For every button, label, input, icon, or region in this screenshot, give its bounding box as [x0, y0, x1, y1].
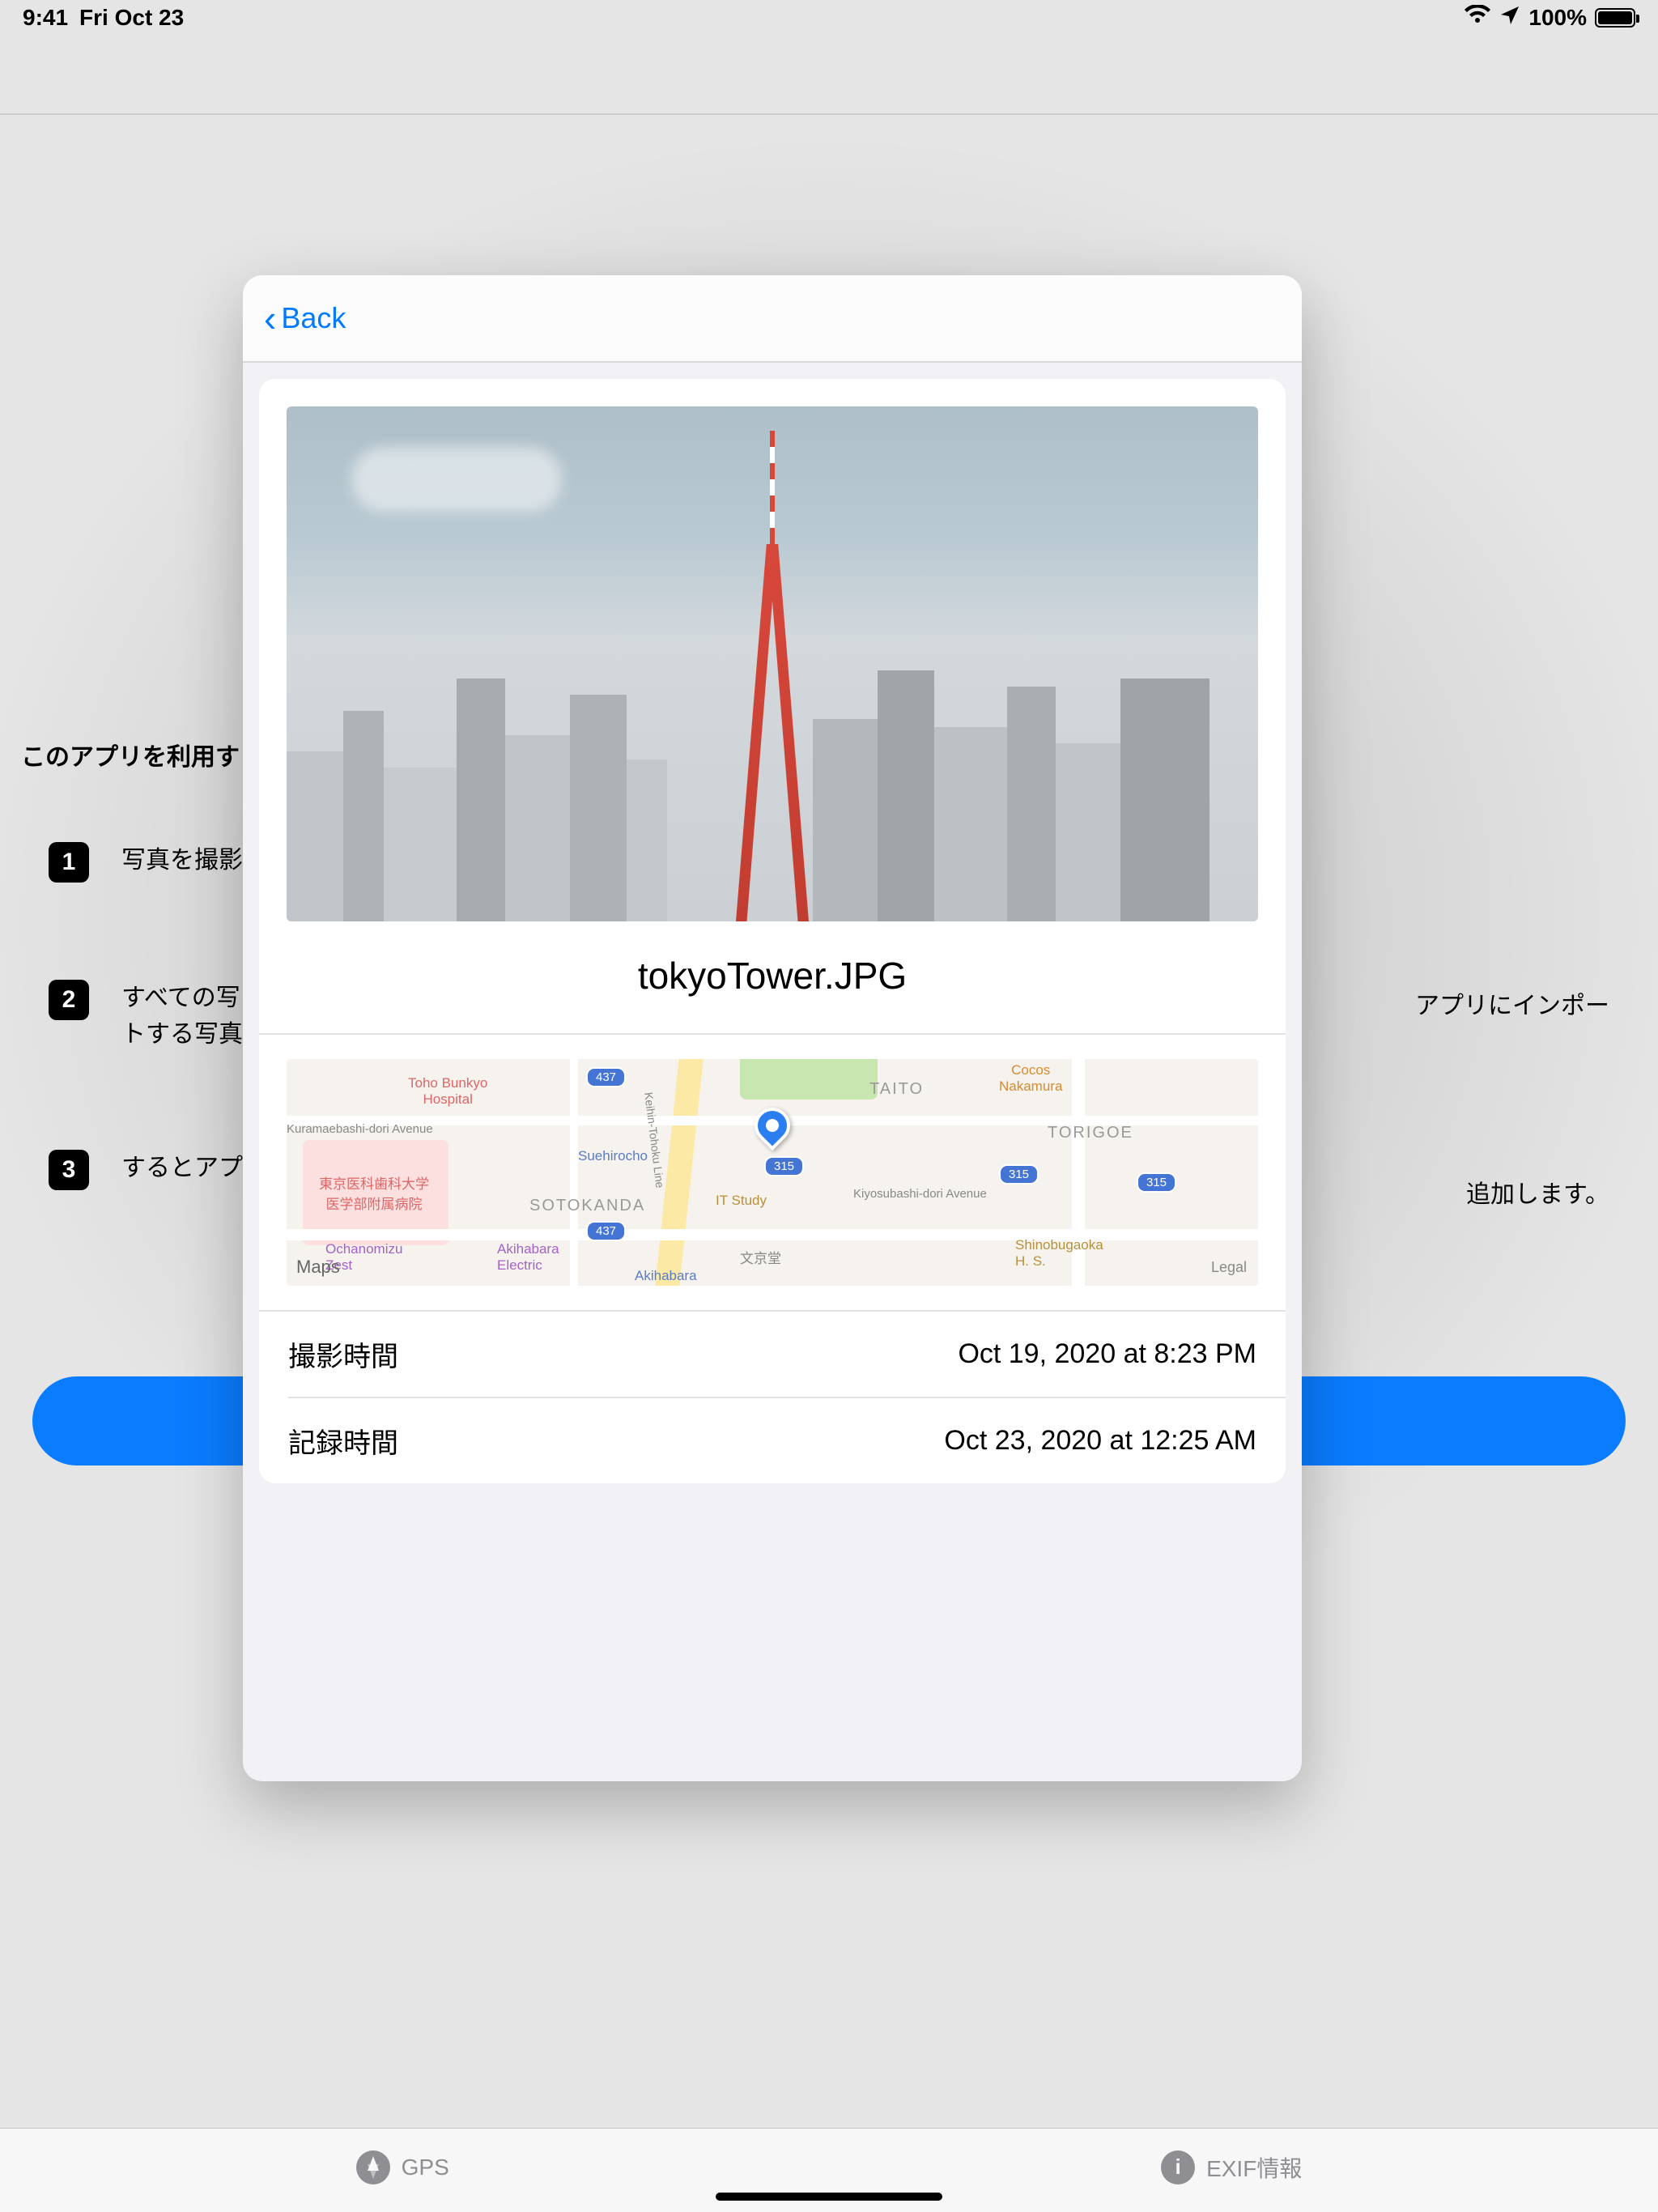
detail-modal: ‹ Back	[243, 275, 1302, 1781]
photo-card: tokyoTower.JPG 437 437 315 315 315 SOTOK	[259, 379, 1286, 1483]
photo-preview[interactable]	[287, 406, 1258, 921]
info-row-record-time: 記録時間 Oct 23, 2020 at 12:25 AM	[259, 1398, 1286, 1483]
info-label: 記録時間	[288, 1421, 398, 1461]
map-pin-icon	[747, 1100, 797, 1151]
tab-exif[interactable]: i EXIF情報	[1161, 2150, 1302, 2184]
step-text-2: すべての写 トする写真	[121, 980, 243, 1053]
modal-header: ‹ Back	[243, 275, 1302, 363]
route-badge: 315	[1137, 1172, 1176, 1193]
map-poi-label: Shinobugaoka H. S.	[1015, 1237, 1103, 1270]
step-badge-1: 1	[49, 842, 89, 883]
photo-filename: tokyoTower.JPG	[259, 921, 1286, 1033]
step-badge-2: 2	[49, 980, 89, 1020]
info-value: Oct 23, 2020 at 12:25 AM	[944, 1425, 1256, 1457]
home-indicator	[716, 2193, 942, 2201]
step-text-3: するとアプ	[121, 1150, 243, 1190]
info-value: Oct 19, 2020 at 8:23 PM	[958, 1338, 1256, 1370]
maps-legal-link[interactable]: Legal	[1211, 1259, 1247, 1276]
map-street-label: Kiyosubashi-dori Avenue	[853, 1187, 987, 1201]
back-label: Back	[281, 301, 346, 335]
map-poi-label: Akihabara Electric	[497, 1241, 559, 1274]
route-badge: 315	[764, 1156, 804, 1176]
apple-maps-label: Maps	[296, 1257, 340, 1278]
location-icon	[1499, 5, 1520, 32]
map-poi-label: IT Study	[716, 1193, 767, 1209]
info-row-shot-time: 撮影時間 Oct 19, 2020 at 8:23 PM	[259, 1312, 1286, 1397]
tokyo-tower-graphic	[736, 431, 809, 921]
route-badge: 437	[586, 1221, 626, 1241]
info-label: 撮影時間	[288, 1334, 398, 1374]
map-poi-label: 文京堂	[740, 1247, 781, 1267]
step-text-1: 写真を撮影	[121, 842, 243, 883]
status-date: Fri Oct 23	[79, 5, 184, 31]
step-text-2-right: アプリにインポー	[1415, 988, 1609, 1024]
tab-gps[interactable]: GPS	[356, 2150, 449, 2184]
back-button[interactable]: ‹ Back	[264, 300, 346, 337]
map-poi-label: 東京医科歯科大学 医学部附属病院	[319, 1172, 429, 1213]
status-bar: 9:41 Fri Oct 23 100%	[0, 0, 1658, 36]
info-icon: i	[1161, 2150, 1195, 2184]
route-badge: 437	[586, 1067, 626, 1087]
tab-label: GPS	[402, 2155, 449, 2180]
step-badge-3: 3	[49, 1150, 89, 1190]
map-area-label: SOTOKANDA	[529, 1197, 645, 1215]
map-poi-label: Toho Bunkyo Hospital	[408, 1075, 487, 1108]
tab-label: EXIF情報	[1206, 2151, 1302, 2184]
map-area-label: TAITO	[869, 1080, 924, 1099]
map-area-label: TORIGOE	[1048, 1124, 1133, 1142]
chevron-left-icon: ‹	[264, 300, 276, 337]
route-badge: 315	[999, 1164, 1039, 1185]
map-line-label: Keihin-Tohoku Line	[642, 1091, 666, 1189]
map-poi-label: Cocos Nakamura	[999, 1062, 1062, 1095]
wifi-icon	[1464, 5, 1491, 32]
bg-intro-text: このアプリを利用す	[21, 737, 240, 772]
map-poi-label: Suehirocho	[578, 1148, 648, 1164]
battery-pct: 100%	[1528, 5, 1587, 31]
status-time: 9:41	[23, 5, 68, 31]
battery-icon	[1595, 8, 1635, 28]
step-text-3-right: 追加します。	[1466, 1174, 1609, 1210]
map-poi-label: Akihabara	[635, 1268, 697, 1284]
map-preview[interactable]: 437 437 315 315 315 SOTOKANDA TAITO TORI…	[287, 1059, 1258, 1286]
map-street-label: Kuramaebashi-dori Avenue	[287, 1122, 433, 1136]
compass-icon	[356, 2150, 390, 2184]
